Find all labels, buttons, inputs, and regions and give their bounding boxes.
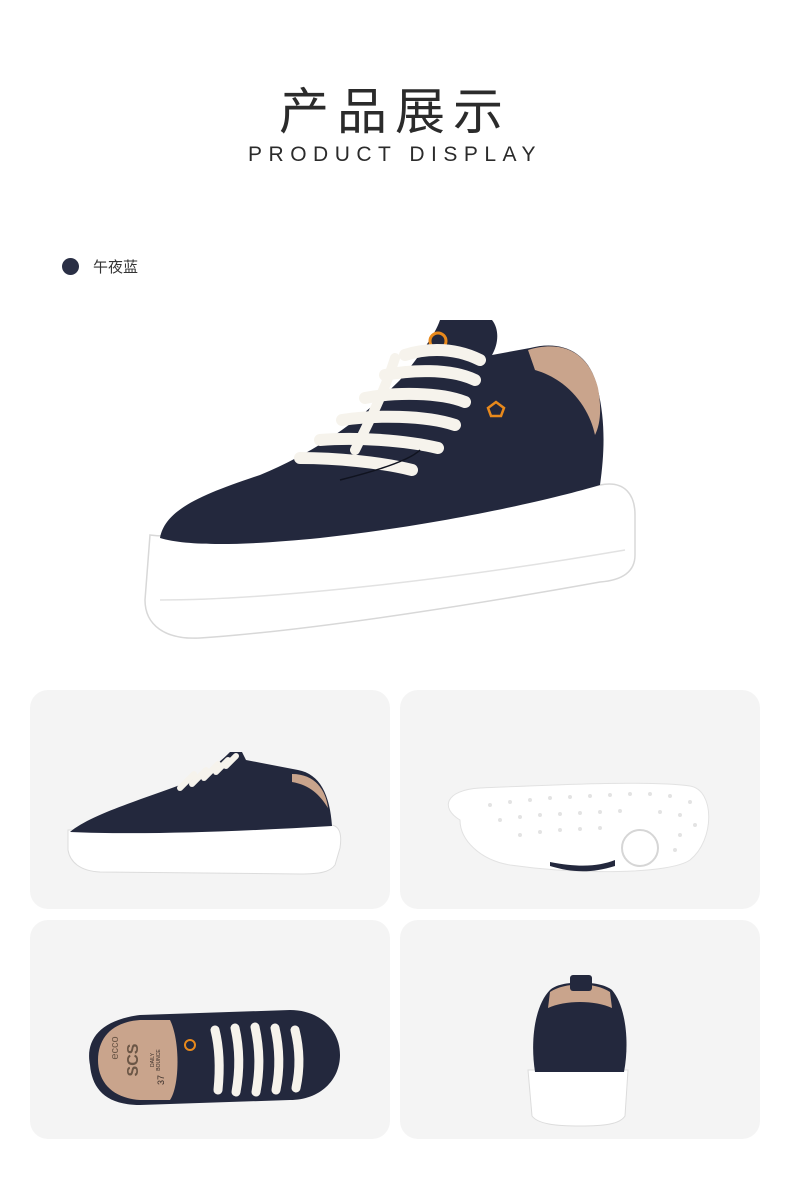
insole-brand: ecco	[109, 1036, 121, 1059]
color-swatch[interactable]: 午夜蓝	[62, 255, 138, 277]
side-view-image	[67, 752, 342, 875]
back-view-image	[527, 975, 629, 1127]
color-dot	[62, 257, 79, 275]
color-name-label: 午夜蓝	[93, 257, 139, 276]
outsole-view-card[interactable]	[400, 690, 760, 909]
insole-size: 37	[156, 1075, 166, 1085]
insole-model: SCS	[125, 1043, 142, 1076]
top-view-image: ecco SCS DAILY BOUNCE 37	[89, 1010, 340, 1105]
insole-line2: BOUNCE	[156, 1049, 162, 1071]
page-title-en: PRODUCT DISPLAY	[248, 143, 542, 166]
page-title-cn: 产品展示	[279, 83, 511, 141]
back-view-card[interactable]	[400, 920, 760, 1139]
hero-sneaker-image	[144, 320, 636, 639]
outsole-view-image	[448, 782, 710, 873]
top-view-card[interactable]: ecco SCS DAILY BOUNCE 37	[30, 920, 390, 1139]
side-view-card[interactable]	[30, 690, 390, 909]
